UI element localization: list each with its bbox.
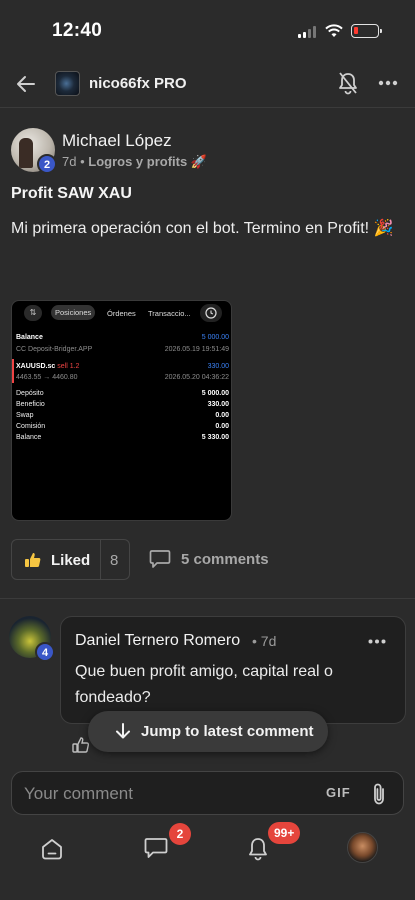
comment-more-icon[interactable] (368, 639, 386, 644)
trade-symbol: XAUUSD.sc (16, 363, 56, 370)
group-name[interactable]: nico66fx PRO (89, 75, 187, 92)
summary-label: Comisión (16, 423, 46, 430)
wifi-icon (325, 24, 343, 37)
summary-value: 5 330.00 (201, 434, 229, 441)
comment-text: Que buen profit amigo, capital real o fo… (75, 663, 333, 706)
trade-price-move: 4463.55 → 4460.80 (16, 374, 78, 381)
group-avatar[interactable] (55, 71, 80, 96)
summary-label: Swap (16, 412, 34, 419)
screenshot-tab: Órdenes (107, 309, 136, 318)
bell-icon[interactable] (246, 836, 270, 862)
like-button[interactable]: Liked 8 (11, 539, 130, 580)
summary-value: 330.00 (207, 401, 229, 408)
deposit-time: 2026.05.19 19:51:49 (164, 346, 229, 353)
jump-to-latest-button[interactable]: Jump to latest comment (88, 711, 328, 752)
trade-time: 2026.05.20 04:36:22 (164, 374, 229, 381)
deposit-source: CC Deposit-Bridger.APP (16, 346, 93, 353)
status-time: 12:40 (52, 20, 103, 41)
back-arrow-icon[interactable] (14, 72, 38, 96)
paperclip-icon[interactable] (371, 782, 387, 806)
comment-input[interactable] (24, 782, 304, 806)
balance-label: Balance (16, 334, 43, 341)
trade-profit: 330.00 (207, 363, 229, 370)
home-icon[interactable] (40, 837, 64, 861)
author-level-badge: 2 (37, 154, 57, 174)
summary-value: 0.00 (215, 423, 229, 430)
summary-label: Balance (16, 434, 42, 441)
commenter-level-badge: 4 (35, 642, 55, 662)
summary-label: Beneficio (16, 401, 45, 408)
trade-side: sell 1.2 (57, 363, 80, 370)
post-title: Profit SAW XAU (11, 185, 132, 202)
screenshot-tab-bar: ⇅ Posiciones Órdenes Transaccio... (12, 301, 231, 325)
post-author-name[interactable]: Michael López (62, 131, 172, 151)
post-body: Mi primera operación con el bot. Termino… (11, 220, 394, 237)
trade-indicator-bar (12, 359, 14, 383)
status-bar: 12:40 (0, 0, 415, 60)
balance-value: 5 000.00 (201, 334, 229, 341)
chat-icon[interactable] (143, 836, 169, 860)
bottom-tab-bar: 2 99+ (0, 820, 415, 900)
screenshot-tab: Posiciones (51, 305, 96, 320)
comment-age: • 7d (252, 633, 277, 649)
summary-value: 0.00 (215, 412, 229, 419)
comments-count-link[interactable]: 5 comments (181, 551, 269, 568)
bell-off-icon[interactable] (337, 71, 359, 95)
clock-icon (200, 304, 222, 322)
comment-card: Daniel Ternero Romero • 7d Que buen prof… (60, 616, 406, 724)
battery-icon (351, 24, 382, 38)
divider (0, 598, 415, 599)
top-nav-bar: nico66fx PRO (0, 60, 415, 108)
post-category[interactable]: Logros y profits (88, 154, 187, 169)
post-image-trading-screenshot[interactable]: ⇅ Posiciones Órdenes Transaccio... Balan… (11, 300, 232, 521)
comment-composer: GIF (11, 771, 404, 815)
more-options-icon[interactable] (378, 80, 398, 86)
summary-label: Depósito (16, 390, 44, 397)
comment-like-icon[interactable] (72, 736, 90, 754)
screenshot-tab: Transaccio... (148, 309, 191, 318)
comment-bubble-icon[interactable] (149, 549, 171, 569)
comment-author[interactable]: Daniel Ternero Romero (75, 632, 240, 650)
post-meta: 7d • Logros y profits 🚀 (62, 154, 208, 169)
notifications-badge: 99+ (268, 822, 301, 844)
post-age: 7d (62, 154, 77, 169)
category-emoji: 🚀 (190, 154, 208, 169)
thumbs-up-icon (25, 553, 41, 567)
arrow-down-icon (116, 723, 130, 739)
like-label: Liked (51, 552, 91, 569)
profile-avatar-tab[interactable] (347, 832, 378, 863)
summary-value: 5 000.00 (201, 390, 229, 397)
gif-button[interactable]: GIF (326, 785, 351, 800)
like-count: 8 (110, 552, 119, 569)
jump-label: Jump to latest comment (141, 723, 314, 740)
sort-icon: ⇅ (24, 305, 42, 321)
chat-unread-badge: 2 (169, 823, 191, 845)
cellular-signal-icon (298, 26, 318, 38)
